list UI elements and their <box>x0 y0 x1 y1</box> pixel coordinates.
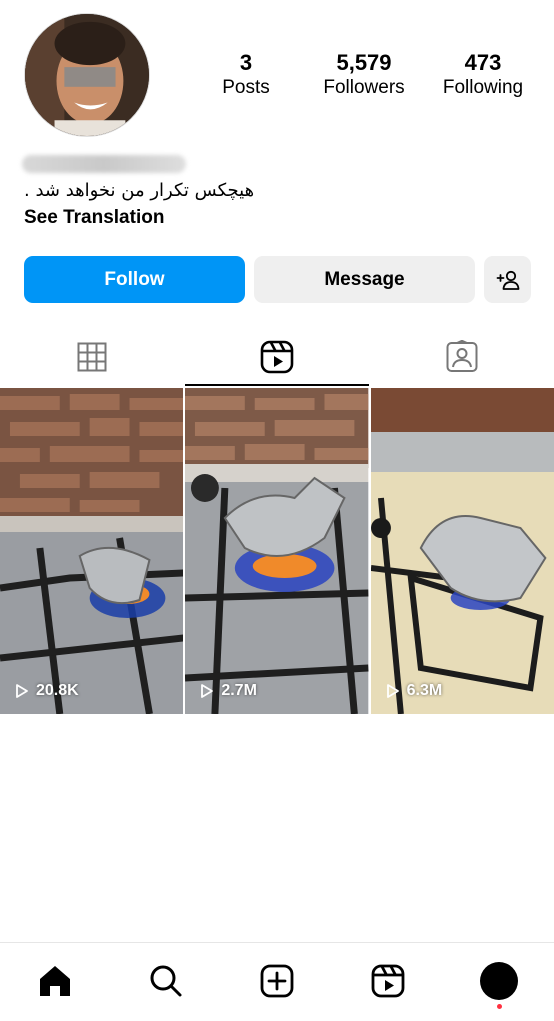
notification-dot <box>496 1004 502 1009</box>
reel-thumbnail[interactable]: 2.7M <box>185 388 369 714</box>
reel-views: 6.3M <box>385 682 443 700</box>
reel-thumbnail-image <box>0 388 184 714</box>
profile-avatar[interactable] <box>24 13 150 137</box>
posts-stat[interactable]: 3 Posts <box>210 50 282 100</box>
following-count: 473 <box>464 50 502 75</box>
profile-bio: هیچکس تکرار من نخواهد شد . <box>24 180 255 201</box>
follow-button[interactable]: Follow <box>24 256 245 303</box>
followers-label: Followers <box>323 77 405 98</box>
tagged-icon <box>446 339 478 372</box>
profile-name-redacted <box>22 155 186 173</box>
tab-tagged[interactable] <box>369 327 554 386</box>
reel-thumbnail[interactable]: 6.3M <box>370 388 554 714</box>
message-button[interactable]: Message <box>254 256 475 303</box>
search-icon <box>150 965 182 997</box>
reels-grid: 20.8K 2.7M 6.3M <box>0 388 554 714</box>
profile-tabs <box>0 327 554 386</box>
reel-views-count: 2.7M <box>221 682 257 699</box>
followers-count: 5,579 <box>336 50 392 75</box>
reel-thumbnail[interactable]: 20.8K <box>0 388 184 714</box>
bottom-nav <box>0 942 554 1021</box>
reel-views-count: 6.3M <box>406 682 443 699</box>
tab-reels[interactable] <box>184 327 370 386</box>
followers-stat[interactable]: 5,579 Followers <box>312 50 416 100</box>
avatar-photo <box>25 14 149 136</box>
reels-icon <box>260 340 294 373</box>
play-icon <box>386 684 399 698</box>
suggested-users-button[interactable] <box>484 256 531 303</box>
nav-create[interactable] <box>251 959 303 1003</box>
posts-count: 3 <box>239 50 253 75</box>
add-user-icon <box>496 270 519 290</box>
play-icon <box>201 684 214 698</box>
nav-reels[interactable] <box>362 959 414 1003</box>
posts-label: Posts <box>222 77 270 98</box>
play-icon <box>16 684 28 698</box>
reels-nav-icon <box>371 964 405 998</box>
following-label: Following <box>442 77 524 98</box>
home-icon <box>40 966 71 996</box>
following-stat[interactable]: 473 Following <box>434 50 532 100</box>
reel-thumbnail-image <box>370 388 554 714</box>
posts-grid-icon <box>77 342 107 371</box>
create-icon <box>260 964 294 998</box>
profile-icon <box>479 962 518 1000</box>
reel-thumbnail-image <box>185 388 369 714</box>
see-translation-link[interactable]: See Translation <box>24 206 164 230</box>
nav-search[interactable] <box>140 959 192 1003</box>
tab-posts[interactable] <box>0 327 185 386</box>
reel-views: 2.7M <box>199 682 257 700</box>
reel-views-count: 20.8K <box>36 682 79 699</box>
nav-home[interactable] <box>29 959 81 1003</box>
reel-views: 20.8K <box>14 682 79 700</box>
nav-profile[interactable] <box>473 959 525 1009</box>
